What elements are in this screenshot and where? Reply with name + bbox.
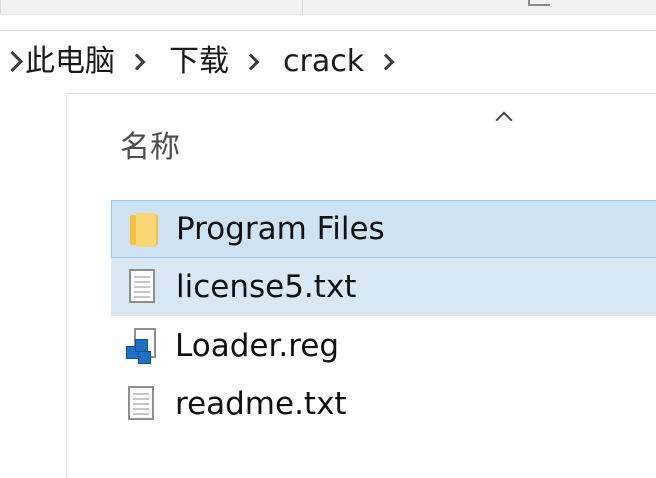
navigation-pane <box>0 93 67 478</box>
chevron-right-icon[interactable] <box>3 48 21 76</box>
file-row-readme[interactable]: readme.txt <box>111 376 656 432</box>
column-header-name[interactable]: 名称 <box>120 128 180 168</box>
file-name: Program Files <box>176 211 385 247</box>
breadcrumb-crack[interactable]: crack <box>279 31 368 93</box>
breadcrumb-downloads[interactable]: 下载 <box>165 31 233 93</box>
chevron-right-icon[interactable] <box>382 54 398 70</box>
ribbon-collapse-icon[interactable] <box>528 0 550 6</box>
sort-ascending-icon <box>496 110 512 126</box>
ribbon-divider <box>302 0 303 14</box>
file-name: Loader.reg <box>175 328 340 364</box>
breadcrumb-this-pc[interactable]: 此电脑 <box>21 31 119 93</box>
file-row-loader-reg[interactable]: Loader.reg <box>111 318 656 374</box>
ribbon-divider <box>0 0 1 14</box>
text-file-icon <box>126 267 160 307</box>
file-row-license5[interactable]: license5.txt <box>111 258 656 316</box>
file-name: license5.txt <box>176 269 357 305</box>
ribbon-edge <box>0 0 656 15</box>
file-explorer-window: 此电脑 下载 crack 名称 Program Files license5.t… <box>0 0 656 478</box>
address-bar[interactable]: 此电脑 下载 crack <box>0 30 656 94</box>
registry-file-icon <box>125 326 159 366</box>
file-row-program-files[interactable]: Program Files <box>111 200 656 258</box>
chevron-right-icon[interactable] <box>247 54 263 70</box>
chevron-right-icon[interactable] <box>133 54 149 70</box>
folder-icon <box>126 209 160 249</box>
text-file-icon <box>125 384 159 424</box>
file-name: readme.txt <box>175 386 347 422</box>
